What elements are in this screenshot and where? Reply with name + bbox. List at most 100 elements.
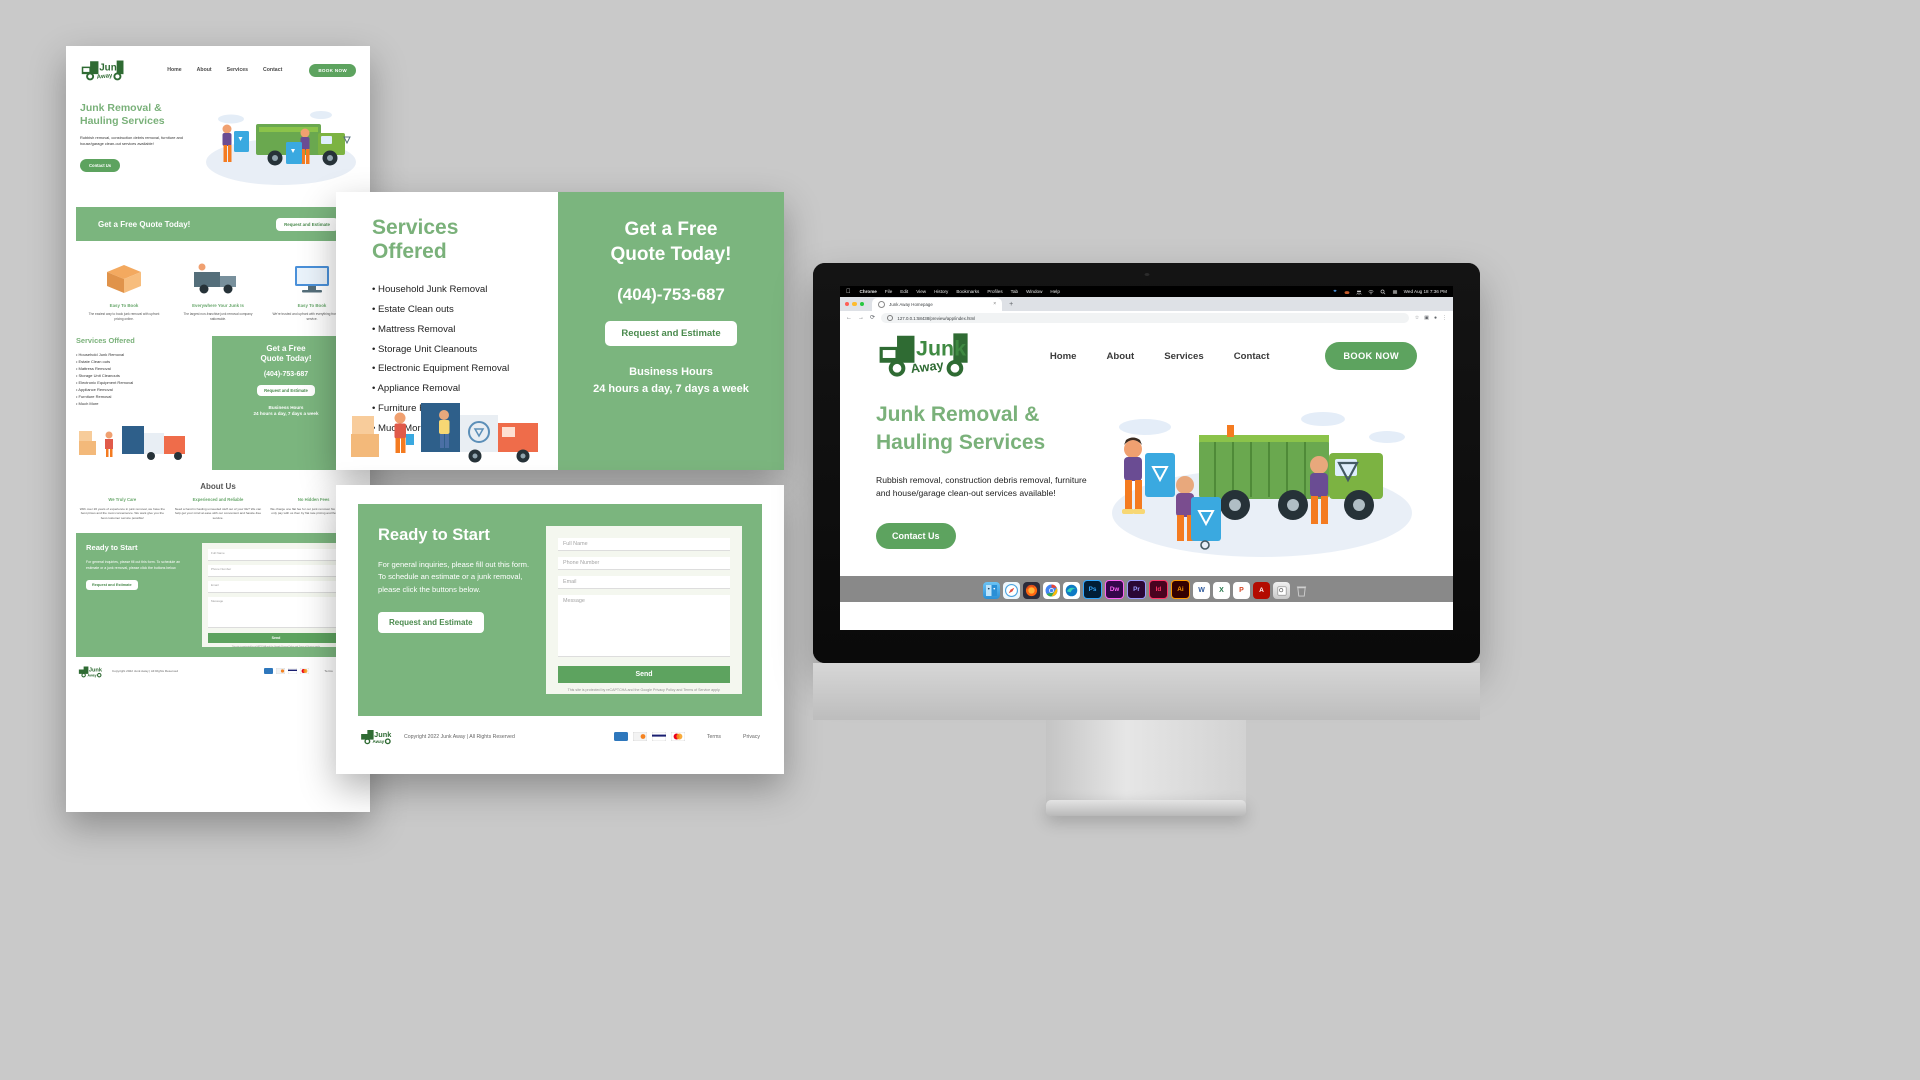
email-field[interactable]: Email — [558, 576, 730, 589]
menu-profiles[interactable]: Profiles — [987, 289, 1002, 294]
illustrator-icon[interactable]: Ai — [1171, 580, 1190, 599]
message-field[interactable]: Message — [208, 596, 344, 628]
menubar-clock[interactable]: Wed Aug 18 7:36 PM — [1404, 289, 1447, 294]
safari-icon[interactable] — [1003, 582, 1020, 599]
mock-navbar: Junk Away Home About Services Contact BO… — [66, 46, 370, 94]
nav-item-home[interactable]: Home — [167, 67, 181, 73]
service-item: Household Junk Removal — [372, 280, 538, 300]
word-icon[interactable]: W — [1193, 582, 1210, 599]
website-page: Junk Away Home About Services Contact BO… — [840, 325, 1453, 602]
menu-edit[interactable]: Edit — [900, 289, 908, 294]
premiere-icon[interactable]: Pr — [1127, 580, 1146, 599]
address-bar[interactable]: 127.0.0.1:58438/preview/app/index.html — [881, 313, 1409, 323]
photoshop-icon[interactable]: Ps — [1083, 580, 1102, 599]
menu-tab[interactable]: Tab — [1011, 289, 1018, 294]
reload-button[interactable]: ⟳ — [870, 315, 875, 321]
contact-us-button[interactable]: Contact Us — [80, 159, 121, 173]
quote-phone[interactable]: (404)-753-687 — [572, 285, 770, 305]
service-item: Storage Unit Cleanouts — [372, 340, 538, 360]
request-estimate-button[interactable]: Request and Estimate — [86, 580, 138, 591]
nav-item-contact[interactable]: Contact — [1234, 351, 1270, 362]
svg-text:Junk: Junk — [374, 730, 392, 739]
back-button[interactable]: ← — [846, 315, 852, 321]
footer-link-terms[interactable]: Terms — [324, 669, 332, 673]
edge-icon[interactable] — [1063, 582, 1080, 599]
quote-title: Get a Free Quote Today! — [260, 343, 312, 363]
acrobat-icon[interactable]: A — [1253, 582, 1270, 599]
chrome-icon[interactable] — [1043, 582, 1060, 599]
window-controls[interactable] — [845, 301, 865, 307]
footer-link-terms[interactable]: Terms — [707, 734, 721, 740]
mock-nav-links: Home About Services Contact BOOK NOW — [167, 63, 356, 77]
nav-item-services[interactable]: Services — [227, 67, 248, 73]
wifi-icon[interactable] — [1368, 289, 1374, 295]
nav-item-about[interactable]: About — [1106, 351, 1134, 362]
menu-kebab-icon[interactable]: ⋮ — [1442, 315, 1447, 321]
message-field[interactable]: Message — [558, 595, 730, 657]
monitor-stand-shoulder — [813, 663, 1480, 720]
menu-view[interactable]: View — [916, 289, 926, 294]
request-estimate-button[interactable]: Request and Estimate — [605, 321, 737, 347]
browser-tab[interactable]: Junk Away Homepage × — [872, 297, 1003, 311]
nav-item-home[interactable]: Home — [1050, 351, 1077, 362]
request-estimate-button[interactable]: Request and Estimate — [378, 611, 484, 633]
menu-window[interactable]: Window — [1026, 289, 1042, 294]
new-tab-button[interactable]: + — [1009, 301, 1013, 308]
site-info-icon[interactable] — [887, 314, 894, 322]
logo[interactable]: Junk Away — [876, 331, 972, 382]
footer-link-privacy[interactable]: Privacy — [743, 734, 760, 740]
menu-help[interactable]: Help — [1050, 289, 1059, 294]
maximize-window-button[interactable] — [859, 301, 865, 307]
cloud-icon[interactable] — [1344, 289, 1350, 295]
business-hours: Business Hours 24 hours a day, 7 days a … — [253, 404, 319, 417]
request-estimate-button[interactable]: Request and Estimate — [276, 217, 338, 231]
finder-icon[interactable] — [983, 582, 1000, 599]
users-icon[interactable] — [1356, 289, 1362, 295]
dreamweaver-icon[interactable]: Dw — [1105, 580, 1124, 599]
control-center-icon[interactable] — [1392, 289, 1398, 295]
service-item: Estate Clean outs — [372, 300, 538, 320]
close-tab-icon[interactable]: × — [993, 301, 996, 307]
close-window-button[interactable] — [845, 301, 850, 307]
request-estimate-button[interactable]: Request and Estimate — [257, 384, 315, 396]
forward-button[interactable]: → — [858, 315, 864, 321]
excel-icon[interactable]: X — [1213, 582, 1230, 599]
contact-form: Full Name Phone Number Email Message Sen… — [546, 526, 742, 694]
dropbox-icon[interactable] — [1332, 289, 1338, 295]
book-now-button[interactable]: BOOK NOW — [309, 63, 356, 77]
discover-icon — [276, 668, 286, 675]
bookmark-star-icon[interactable]: ☆ — [1415, 315, 1419, 321]
search-icon[interactable] — [1380, 289, 1386, 295]
send-button[interactable]: Send — [558, 666, 730, 683]
logo[interactable]: Junk Away — [80, 59, 126, 81]
contact-form: Full Name Phone Number Email Message Sen… — [202, 542, 350, 648]
powerpoint-icon[interactable]: P — [1233, 582, 1250, 599]
contact-us-button[interactable]: Contact Us — [876, 523, 956, 550]
firefox-icon[interactable] — [1023, 582, 1040, 599]
full-name-field[interactable]: Full Name — [208, 548, 344, 561]
extensions-icon[interactable]: ▣ — [1424, 315, 1429, 321]
menu-file[interactable]: File — [885, 289, 892, 294]
nav-item-contact[interactable]: Contact — [263, 67, 282, 73]
nav-item-about[interactable]: About — [197, 67, 212, 73]
menu-history[interactable]: History — [934, 289, 948, 294]
trash-icon[interactable] — [1293, 582, 1310, 599]
apple-icon[interactable]:  — [846, 289, 851, 295]
minimize-window-button[interactable] — [852, 301, 857, 307]
menu-chrome[interactable]: Chrome — [860, 289, 877, 294]
payment-icons — [264, 668, 310, 675]
full-name-field[interactable]: Full Name — [558, 538, 730, 551]
phone-field[interactable]: Phone Number — [208, 564, 344, 577]
send-button[interactable]: Send — [208, 632, 344, 643]
quote-phone[interactable]: (404)-753-687 — [218, 371, 354, 378]
profile-icon[interactable]: ● — [1434, 315, 1437, 321]
phone-field[interactable]: Phone Number — [558, 557, 730, 570]
menu-bookmarks[interactable]: Bookmarks — [956, 289, 979, 294]
service-item: Mattress Removal — [372, 320, 538, 340]
nav-item-services[interactable]: Services — [1164, 351, 1203, 362]
junk-away-logo-icon: Junk Away — [879, 332, 968, 377]
book-now-button[interactable]: BOOK NOW — [1325, 342, 1417, 370]
email-field[interactable]: Email — [208, 580, 344, 593]
indesign-icon[interactable]: Id — [1149, 580, 1168, 599]
preview-icon[interactable] — [1273, 582, 1290, 599]
